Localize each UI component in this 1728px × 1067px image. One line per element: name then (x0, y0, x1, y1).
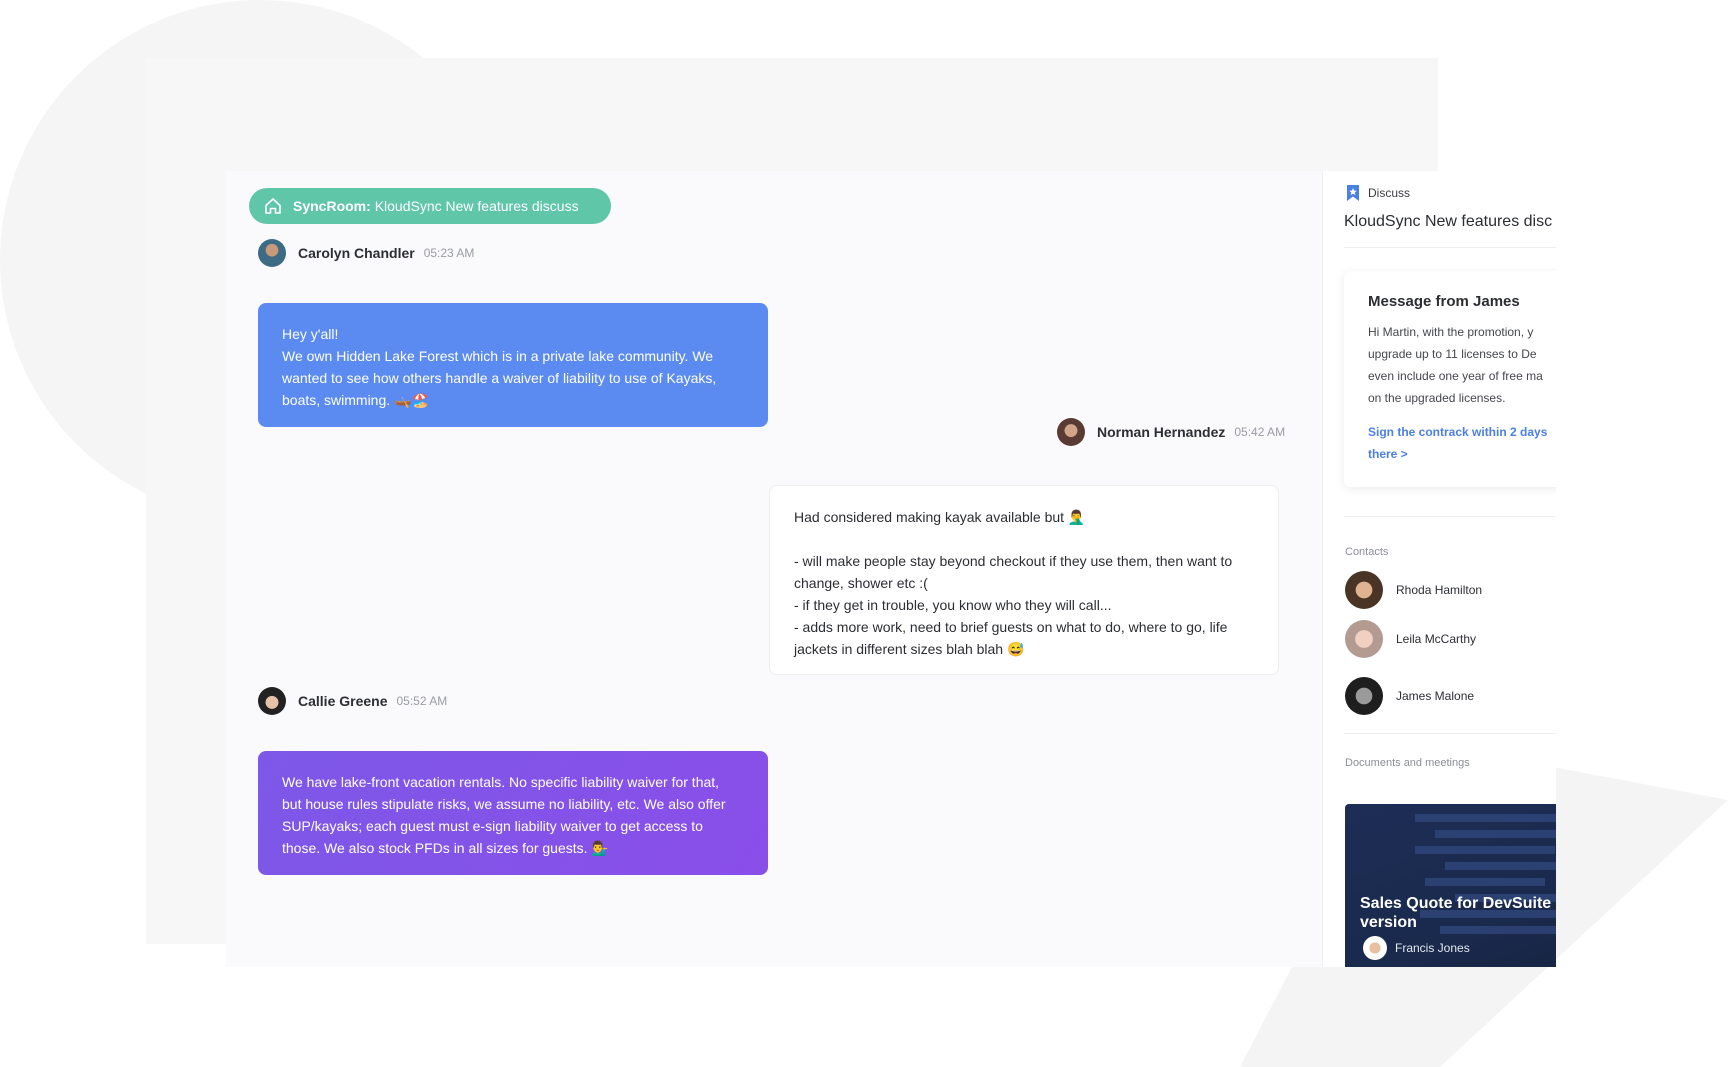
message-line: SUP/kayaks; each guest must e-sign liabi… (282, 818, 703, 834)
card-title: Message from James (1368, 293, 1520, 310)
message-line: - will make people stay beyond checkout … (794, 553, 1233, 569)
room-title-pill[interactable]: SyncRoom: KloudSync New features discuss (249, 188, 611, 224)
message-time: 05:52 AM (396, 694, 448, 708)
message-line: Had considered making kayak available bu… (794, 509, 1086, 525)
documents-label: Documents and meetings (1345, 757, 1470, 769)
message-line (794, 528, 1254, 550)
contact-name: Leila McCarthy (1396, 632, 1477, 646)
card-body-line: Hi Martin, with the promotion, y (1368, 325, 1534, 339)
room-label: SyncRoom: KloudSync New features discuss (293, 198, 579, 214)
contact-item[interactable]: Leila McCarthy (1345, 620, 1476, 658)
avatar (1345, 571, 1383, 609)
bookmark-icon (1347, 185, 1359, 201)
divider (1344, 516, 1556, 517)
avatar (1345, 677, 1383, 715)
contacts-label: Contacts (1345, 546, 1389, 558)
avatar (1345, 620, 1383, 658)
panel-title: KloudSync New features disc (1344, 213, 1553, 230)
details-panel: Discuss KloudSync New features disc Mess… (1322, 171, 1556, 967)
document-author: Francis Jones (1363, 936, 1470, 960)
message-time: 05:42 AM (1234, 425, 1286, 439)
avatar[interactable] (1057, 418, 1085, 446)
message-line: change, shower etc :( (794, 575, 928, 591)
panel-section-header: Discuss (1344, 184, 1410, 202)
contact-item[interactable]: Rhoda Hamilton (1345, 571, 1482, 609)
avatar (1363, 936, 1387, 960)
message-line: Hey y'all! (282, 326, 339, 342)
chat-window: SyncRoom: KloudSync New features discuss… (226, 171, 1322, 967)
card-body-line: upgrade up to 11 licenses to De (1368, 347, 1537, 361)
message-line: wanted to see how others handle a waiver… (282, 370, 717, 386)
message-header: Callie Greene 05:52 AM (258, 687, 447, 715)
message-line: boats, swimming. 🛶🏖️ (282, 392, 429, 408)
room-prefix: SyncRoom: (293, 198, 371, 214)
link-line[interactable]: Sign the contrack within 2 days (1368, 421, 1547, 443)
message-bubble: Hey y'all! We own Hidden Lake Forest whi… (258, 303, 768, 427)
card-body-line: on the upgraded licenses. (1368, 391, 1506, 405)
message-bubble: We have lake-front vacation rentals. No … (258, 751, 768, 875)
message-header: Norman Hernandez 05:42 AM (1057, 418, 1285, 446)
author-name[interactable]: Carolyn Chandler (298, 245, 415, 261)
author-name[interactable]: Norman Hernandez (1097, 424, 1225, 440)
sign-contract-link[interactable]: Sign the contrack within 2 days there > (1368, 421, 1547, 465)
panel-section-label: Discuss (1368, 186, 1411, 200)
message-line: - if they get in trouble, you know who t… (794, 597, 1112, 613)
document-card[interactable]: Sales Quote for DevSuite 1 version Franc… (1345, 804, 1556, 967)
contact-item[interactable]: James Malone (1345, 677, 1474, 715)
document-title: Sales Quote for DevSuite 1 version (1360, 895, 1556, 931)
message-line: but house rules stipulate risks, we assu… (282, 796, 726, 812)
message-card[interactable]: Message from James Hi Martin, with the p… (1344, 271, 1556, 487)
contact-name: Rhoda Hamilton (1396, 583, 1483, 597)
card-body-line: even include one year of free ma (1368, 369, 1543, 383)
home-icon (265, 198, 281, 214)
message-header: Carolyn Chandler 05:23 AM (258, 239, 474, 267)
contact-name: James Malone (1396, 689, 1475, 703)
card-body: Hi Martin, with the promotion, y upgrade… (1368, 321, 1543, 409)
message-line: jackets in different sizes blah blah 😅 (794, 641, 1025, 657)
avatar[interactable] (258, 239, 286, 267)
divider (1344, 247, 1556, 248)
message-line: We own Hidden Lake Forest which is in a … (282, 348, 714, 364)
divider (1344, 733, 1556, 734)
message-line: those. We also stock PFDs in all sizes f… (282, 840, 609, 856)
document-author-name: Francis Jones (1395, 941, 1470, 955)
message-time: 05:23 AM (423, 246, 475, 260)
message-bubble: Had considered making kayak available bu… (769, 485, 1279, 675)
avatar[interactable] (258, 687, 286, 715)
message-line: We have lake-front vacation rentals. No … (282, 774, 720, 790)
author-name[interactable]: Callie Greene (298, 693, 388, 709)
message-line: - adds more work, need to brief guests o… (794, 619, 1228, 635)
link-line[interactable]: there > (1368, 443, 1547, 465)
room-name: KloudSync New features discuss (374, 198, 579, 214)
